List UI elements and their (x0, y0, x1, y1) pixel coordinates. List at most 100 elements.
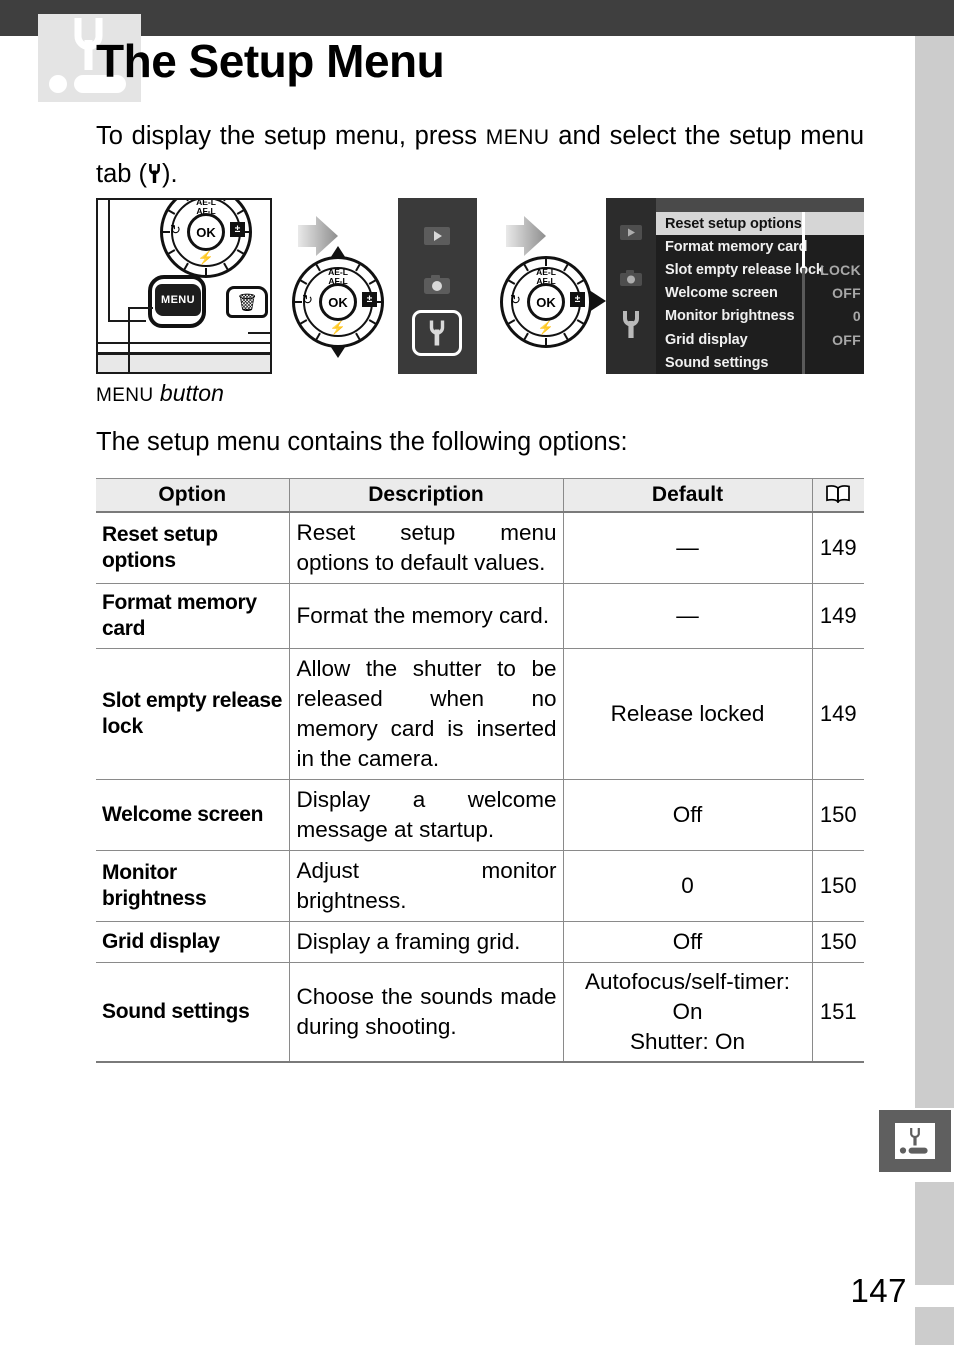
camera-icon[interactable] (617, 266, 645, 290)
cell-default: Off (562, 779, 813, 851)
table-row: Sound settings Choose the sounds made du… (96, 962, 864, 1063)
book-icon (825, 484, 851, 504)
multi-selector-right: AE-L AF-L ↻ ± ⚡ OK (500, 256, 606, 348)
figure-caption: MENU button (96, 380, 224, 407)
callout-line-vertical (128, 307, 130, 372)
intro-text-part1: To display the setup menu, press (96, 122, 486, 150)
camera-edge-line (108, 200, 110, 320)
cell-option: Format memory card (96, 583, 290, 649)
intro-paragraph: To display the setup menu, press MENU an… (96, 118, 864, 192)
table-row: Grid display Display a framing grid. Off… (96, 921, 864, 963)
cell-default: Off (562, 921, 813, 963)
cell-default: — (562, 583, 813, 649)
table-row: Slot empty release lock Allow the shutte… (96, 648, 864, 780)
cell-description: Allow the shutter to be released when no… (288, 648, 564, 780)
cell-option: Sound settings (96, 962, 290, 1063)
table-row: Welcome screen Display a welcome message… (96, 779, 864, 851)
menu-button: MENU (155, 284, 201, 316)
camera-edge-line-2 (108, 320, 146, 322)
menu-row-monitor-brightness[interactable]: Monitor brightness 0 (656, 305, 864, 328)
menu-row-slot-empty-release-lock[interactable]: Slot empty release lock LOCK (656, 258, 864, 281)
cell-option: Reset setup options (96, 511, 290, 584)
callout-line-horizontal (128, 307, 153, 309)
menu-row-format-memory-card[interactable]: Format memory card (656, 235, 864, 258)
cell-option: Slot empty release lock (96, 648, 290, 780)
exposure-compensation-icon: ± (362, 292, 377, 307)
rail-gap-bottom (915, 1285, 954, 1307)
cell-option: Monitor brightness (96, 850, 290, 922)
camera-bottom-line-1 (98, 342, 270, 344)
cell-option: Welcome screen (96, 779, 290, 851)
camera-back-illustration: AE-L AF-L ↻ ± ⚡ OK MENU 🗑 (96, 198, 272, 374)
cell-description: Format the memory card. (288, 583, 564, 649)
page-title: The Setup Menu (96, 35, 445, 87)
menu-key-label: MENU (485, 126, 550, 149)
menu-row-label: Welcome screen (665, 285, 778, 302)
wrench-icon[interactable] (617, 311, 645, 338)
cell-description: Adjust monitor brightness. (288, 850, 564, 922)
column-header-option: Option (96, 478, 290, 513)
menu-screen-list: Reset setup options Format memory card S… (656, 212, 864, 374)
page-number: 147 (850, 1272, 907, 1309)
cell-page: 150 (811, 850, 864, 922)
right-arrow-icon (504, 212, 548, 260)
menu-row-label: Monitor brightness (665, 308, 795, 325)
table-header-row: Option Description Default (96, 478, 864, 513)
menu-key-label: MENU (96, 385, 154, 406)
menu-row-value: 0 (852, 308, 861, 325)
self-timer-icon: ↻ (170, 222, 181, 237)
setup-wrench-icon (895, 1123, 935, 1159)
playback-icon[interactable] (617, 220, 645, 244)
camera-bottom-panel (98, 355, 270, 372)
menu-row-reset-setup-options[interactable]: Reset setup options (656, 212, 864, 236)
setup-tab[interactable] (412, 310, 462, 356)
camera-multi-selector-dial: AE-L AF-L ↻ ± ⚡ OK (160, 200, 252, 278)
menu-screen-top-bar (656, 198, 864, 212)
cell-page: 150 (811, 779, 864, 851)
table-row: Monitor brightness Adjust monitor bright… (96, 850, 864, 922)
shooting-tab[interactable] (417, 268, 457, 300)
cell-page: 151 (811, 962, 864, 1063)
cell-default: — (562, 511, 813, 584)
table-row: Reset setup options Reset setup menu opt… (96, 511, 864, 584)
menu-row-label: Format memory card (665, 238, 808, 255)
setup-menu-screen: Reset setup options Format memory card S… (606, 198, 864, 374)
cell-description: Display a welcome message at startup. (288, 779, 564, 851)
table-row: Format memory card Format the memory car… (96, 583, 864, 649)
cell-default: 0 (562, 850, 813, 922)
cell-description: Display a framing grid. (288, 921, 564, 963)
menu-scrollbar-thumb[interactable] (802, 212, 805, 268)
exposure-compensation-icon: ± (230, 222, 245, 237)
camera-monitor-tab-strip (398, 198, 477, 374)
delete-button: 🗑 (226, 286, 268, 318)
cell-default: Autofocus/self-timer: On Shutter: On (562, 962, 813, 1063)
caption-text: button (153, 380, 224, 406)
cell-default: Release locked (562, 648, 813, 780)
default-line-1: Autofocus/self-timer: (584, 969, 791, 994)
self-timer-icon: ↻ (302, 292, 313, 307)
menu-row-label: Reset setup options (665, 215, 802, 232)
setup-tab-inner-border (417, 315, 457, 351)
wrench-icon (147, 163, 162, 184)
menu-row-value: LOCK (820, 261, 861, 278)
camera-detail-line (248, 332, 270, 334)
menu-row-value: OFF (832, 331, 861, 348)
column-header-page (811, 478, 864, 513)
setup-options-table: Option Description Default Reset setup o… (96, 478, 864, 1063)
multi-selector-up-down: AE-L AF-L ↻ ± ⚡ OK (292, 246, 384, 358)
table-lead-in-text: The setup menu contains the following op… (96, 428, 628, 456)
figure-setup-menu-steps: AE-L AF-L ↻ ± ⚡ OK MENU 🗑 AE-L AF-L ↻ ± … (96, 198, 864, 374)
cell-page: 150 (811, 921, 864, 963)
cell-description: Reset setup menu options to default valu… (288, 511, 564, 584)
playback-tab[interactable] (417, 220, 457, 252)
menu-row-grid-display[interactable]: Grid display OFF (656, 328, 864, 351)
menu-row-sound-settings[interactable]: Sound settings (656, 351, 864, 374)
cell-description: Choose the sounds made during shooting. (288, 962, 564, 1063)
menu-row-label: Grid display (665, 331, 748, 348)
cell-option: Grid display (96, 921, 290, 963)
default-line-2: On (672, 999, 703, 1024)
cell-page: 149 (811, 511, 864, 584)
column-header-description: Description (288, 478, 564, 513)
wrench-icon (429, 320, 445, 346)
menu-row-welcome-screen[interactable]: Welcome screen OFF (656, 282, 864, 305)
